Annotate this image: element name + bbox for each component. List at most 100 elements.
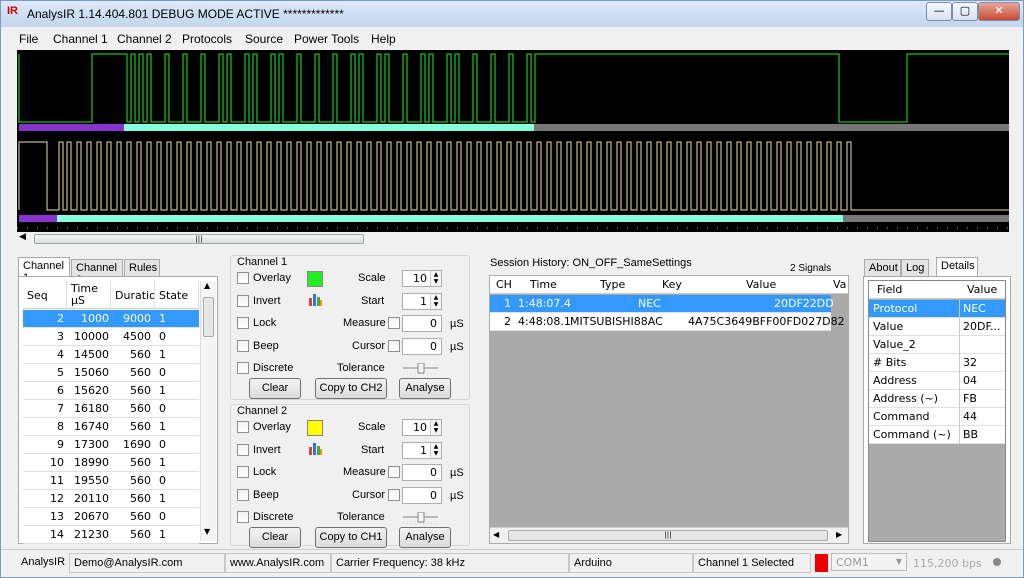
discrete-checkbox[interactable]	[237, 362, 249, 374]
tab-log[interactable]: Log	[901, 259, 929, 277]
discrete-checkbox[interactable]	[237, 511, 249, 523]
table-row[interactable]: 5 15060 560 0	[23, 364, 199, 382]
analyse-button[interactable]: Analyse	[399, 378, 451, 399]
channel-1-color-swatch[interactable]	[307, 271, 323, 287]
table-row[interactable]: 7 16180 560 0	[23, 400, 199, 418]
details-row[interactable]: Protocol NEC	[869, 300, 1005, 318]
status-website[interactable]: www.AnalysIR.com	[225, 553, 331, 573]
table-row[interactable]: 11 19550 560 0	[23, 472, 199, 490]
col-ch[interactable]: CH	[496, 278, 512, 291]
measure-checkbox[interactable]	[388, 317, 400, 329]
spinner-arrows-icon[interactable]: ▲ ▼	[430, 443, 441, 458]
scroll-down-arrow-icon[interactable]: ▼	[204, 527, 210, 536]
tolerance-slider[interactable]	[402, 362, 440, 375]
com-port-select[interactable]: COM1 ▼	[831, 553, 907, 571]
details-row[interactable]: Address 04	[869, 372, 1005, 390]
menu-channel-2[interactable]: Channel 2	[117, 32, 172, 46]
chevron-down-icon[interactable]: ▼	[896, 557, 902, 566]
minimize-button[interactable]: —	[926, 2, 952, 21]
invert-checkbox[interactable]	[237, 295, 249, 307]
waveform-horizontal-scrollbar[interactable]: ◀ |||	[17, 232, 1009, 246]
clear-button[interactable]: Clear	[249, 527, 301, 548]
analyse-button[interactable]: Analyse	[399, 527, 451, 548]
tab-rules[interactable]: Rules	[124, 259, 160, 277]
session-horizontal-scrollbar[interactable]: ◀ ||| ▶	[490, 527, 848, 543]
table-row[interactable]: 10 18990 560 1	[23, 454, 199, 472]
col-value[interactable]: Value	[967, 283, 997, 296]
start-spinner[interactable]: 1 ▲ ▼	[402, 293, 442, 310]
col-type[interactable]: Type	[600, 278, 625, 291]
col-state[interactable]: State	[155, 281, 199, 309]
col-value[interactable]: Value	[746, 278, 776, 291]
scroll-thumb[interactable]: |||	[34, 234, 364, 244]
menu-power-tools[interactable]: Power Tools	[294, 32, 359, 46]
scroll-up-arrow-icon[interactable]: ▲	[204, 281, 210, 290]
tab-about[interactable]: About	[864, 259, 901, 277]
cursor-input[interactable]: 0	[402, 338, 442, 355]
scroll-thumb[interactable]: |||	[508, 530, 828, 541]
measure-checkbox[interactable]	[388, 466, 400, 478]
tab-details[interactable]: Details	[936, 257, 978, 277]
status-email[interactable]: Demo@AnalysIR.com	[69, 553, 225, 573]
close-button[interactable]: ✕	[978, 2, 1020, 21]
session-row[interactable]: 2 4:48:08.1 MITSUBISHI88AC 4A75C3649BFF0…	[490, 313, 845, 331]
menu-source[interactable]: Source	[245, 32, 283, 46]
details-row[interactable]: # Bits 32	[869, 354, 1005, 372]
start-spinner[interactable]: 1 ▲ ▼	[402, 442, 442, 459]
menu-file[interactable]: File	[19, 32, 38, 46]
lock-checkbox[interactable]	[237, 466, 249, 478]
measure-input[interactable]: 0	[402, 464, 442, 481]
table-row[interactable]: 12 20110 560 1	[23, 490, 199, 508]
menu-protocols[interactable]: Protocols	[182, 32, 232, 46]
tolerance-slider[interactable]	[402, 511, 440, 524]
table-row[interactable]: 9 17300 1690 0	[23, 436, 199, 454]
chart-icon[interactable]	[308, 441, 323, 456]
table-row[interactable]: 8 16740 560 1	[23, 418, 199, 436]
col-key[interactable]: Key	[662, 278, 682, 291]
measure-input[interactable]: 0	[402, 315, 442, 332]
col-time[interactable]: Time µS	[67, 281, 111, 309]
session-row[interactable]: 1 1:48:07.4 NEC 20DF22DD	[490, 295, 834, 313]
col-time[interactable]: Time	[530, 278, 557, 291]
copy-channel-button[interactable]: Copy to CH1	[315, 527, 387, 548]
scroll-right-arrow-icon[interactable]: ▶	[836, 530, 842, 539]
details-row[interactable]: Address (~) FB	[869, 390, 1005, 408]
beep-checkbox[interactable]	[237, 340, 249, 352]
copy-channel-button[interactable]: Copy to CH2	[315, 378, 387, 399]
spinner-arrows-icon[interactable]: ▲ ▼	[430, 294, 441, 309]
col-field[interactable]: Field	[877, 283, 902, 296]
scroll-left-arrow-icon[interactable]: ◀	[493, 530, 499, 539]
waveform-display[interactable]	[17, 50, 1009, 232]
cursor-checkbox[interactable]	[388, 489, 400, 501]
table-row[interactable]: 6 15620 560 1	[23, 382, 199, 400]
details-row[interactable]: Value 20DF...	[869, 318, 1005, 336]
table-row[interactable]: 3 10000 4500 0	[23, 328, 199, 346]
col-seq[interactable]: Seq	[23, 281, 67, 309]
maximize-button[interactable]: ▢	[952, 2, 978, 21]
table-row[interactable]: 14 21230 560 1	[23, 526, 199, 544]
spinner-arrows-icon[interactable]: ▲ ▼	[430, 420, 441, 435]
col-value-2[interactable]: Va	[833, 278, 846, 291]
overlay-checkbox[interactable]	[237, 272, 249, 284]
details-row[interactable]: Command 44	[869, 408, 1005, 426]
scroll-left-arrow-icon[interactable]: ◀	[19, 232, 26, 242]
menu-help[interactable]: Help	[371, 32, 396, 46]
chart-icon[interactable]	[308, 292, 323, 307]
col-duration[interactable]: Duration	[111, 281, 155, 309]
details-row[interactable]: Command (~) BB	[869, 426, 1005, 444]
cursor-input[interactable]: 0	[402, 487, 442, 504]
invert-checkbox[interactable]	[237, 444, 249, 456]
details-row[interactable]: Value_2	[869, 336, 1005, 354]
channel-2-color-swatch[interactable]	[307, 420, 323, 436]
scale-spinner[interactable]: 10 ▲ ▼	[402, 270, 442, 287]
tab-channel-1[interactable]: Channel 1	[18, 257, 70, 284]
beep-checkbox[interactable]	[237, 489, 249, 501]
scroll-thumb[interactable]	[203, 297, 214, 337]
table-row[interactable]: 4 14500 560 1	[23, 346, 199, 364]
table-row[interactable]: 2 1000 9000 1	[23, 310, 199, 328]
tab-channel-2[interactable]: Channel 2	[71, 259, 123, 286]
cursor-checkbox[interactable]	[388, 340, 400, 352]
lock-checkbox[interactable]	[237, 317, 249, 329]
spinner-arrows-icon[interactable]: ▲ ▼	[430, 271, 441, 286]
overlay-checkbox[interactable]	[237, 421, 249, 433]
